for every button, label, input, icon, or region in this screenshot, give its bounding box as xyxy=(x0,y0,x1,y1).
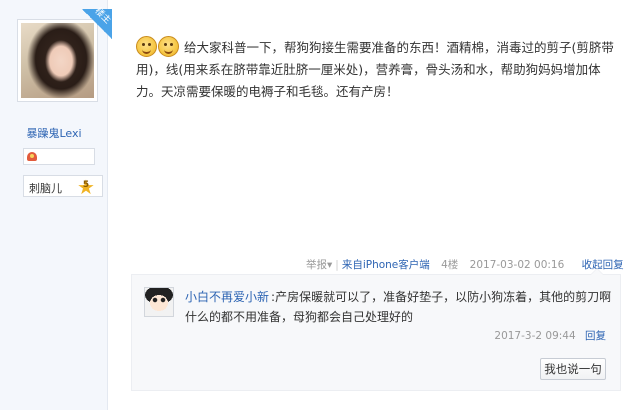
author-sidebar: 暴躁鬼Lexi 刺脑儿 ★ 5 xyxy=(0,0,108,410)
reply-time: 2017-3-2 09:44 xyxy=(494,330,576,342)
owner-badge-label: 楼主 xyxy=(92,6,113,27)
level-badge[interactable]: 刺脑儿 ★ 5 xyxy=(23,175,103,197)
post-content: 给大家科普一下，帮狗狗接生需要准备的东西！酒精棉，消毒过的剪子(剪脐带用)，线(… xyxy=(136,36,621,103)
smiley-emoji-icon xyxy=(136,36,157,57)
smiley-emoji-icon xyxy=(158,36,179,57)
avatar-icon xyxy=(145,288,173,316)
level-number: 5 xyxy=(82,180,90,190)
game-medal-icon[interactable] xyxy=(27,152,37,161)
divider: | xyxy=(335,259,339,271)
level-name: 刺脑儿 xyxy=(29,182,62,195)
reply-avatar[interactable] xyxy=(144,287,174,317)
report-link[interactable]: 举报▾ xyxy=(306,257,332,272)
add-comment-button[interactable]: 我也说一句 xyxy=(540,358,606,380)
post-time: 2017-03-02 00:16 xyxy=(469,259,565,271)
chevron-down-icon: ▾ xyxy=(327,259,333,271)
post-text: 给大家科普一下，帮狗狗接生需要准备的东西！酒精棉，消毒过的剪子(剪脐带用)，线(… xyxy=(136,40,614,99)
author-username[interactable]: 暴躁鬼Lexi xyxy=(0,125,108,141)
reply-username[interactable]: 小白不再爱小新 xyxy=(185,290,269,304)
reply-meta: 2017-3-2 09:44 回复 xyxy=(494,328,606,343)
emoji-pair xyxy=(136,36,180,59)
owner-badge: 楼主 xyxy=(82,6,113,39)
reply-box-arrow xyxy=(590,268,604,275)
medal-box xyxy=(23,148,95,165)
post-tail: 举报▾ | 来自iPhone客户端 4楼 2017-03-02 00:16 收起回复 xyxy=(306,257,624,272)
floor-number: 4楼 xyxy=(441,259,459,271)
reply-link[interactable]: 回复 xyxy=(585,330,606,342)
client-source-link[interactable]: 来自iPhone客户端 xyxy=(342,257,430,272)
reply-content: 小白不再爱小新:产房保暖就可以了，准备好垫子，以防小狗冻着，其他的剪刀啊什么的都… xyxy=(185,287,615,327)
reply-box: 小白不再爱小新:产房保暖就可以了，准备好垫子，以防小狗冻着，其他的剪刀啊什么的都… xyxy=(131,268,621,391)
